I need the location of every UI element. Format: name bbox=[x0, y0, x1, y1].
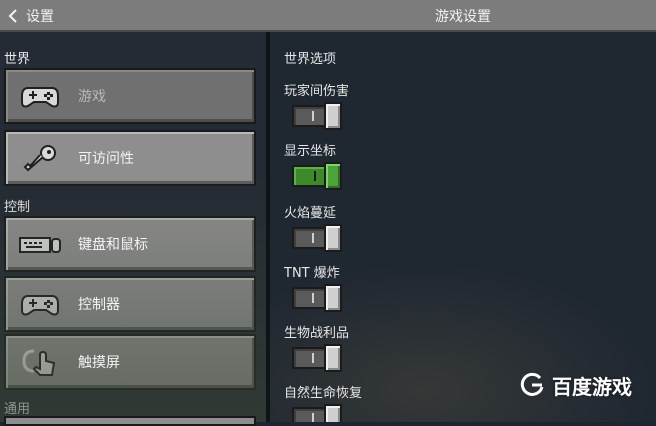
key-icon bbox=[18, 143, 62, 173]
sidebar-item-controller[interactable]: 控制器 bbox=[4, 276, 256, 332]
section-header-controls: 控制 bbox=[4, 200, 31, 215]
option-label-mob-loot: 生物战利品 bbox=[284, 326, 350, 341]
toggle-indicator bbox=[312, 293, 314, 303]
toggle-knob bbox=[324, 344, 342, 372]
page-title: 游戏设置 bbox=[435, 9, 491, 25]
chevron-left-icon bbox=[8, 9, 17, 23]
toggle-knob bbox=[324, 224, 342, 252]
sidebar-item-label: 控制器 bbox=[78, 297, 120, 313]
sidebar: 世界 游戏 可访问性 控制 键盘和鼠标 控制器 触摸屏 通用 bbox=[0, 32, 266, 422]
section-header-world: 世界 bbox=[4, 52, 31, 67]
toggle-show-coordinates[interactable] bbox=[292, 162, 342, 190]
toggle-knob bbox=[324, 284, 342, 312]
option-label-pvp: 玩家间伤害 bbox=[284, 84, 350, 99]
sidebar-item-label: 可访问性 bbox=[78, 151, 134, 167]
toggle-indicator bbox=[312, 353, 314, 363]
toggle-knob bbox=[324, 102, 342, 130]
section-header-general: 通用 bbox=[4, 402, 31, 417]
toggle-fire-spread[interactable] bbox=[292, 224, 342, 252]
sidebar-item-keyboard-mouse[interactable]: 键盘和鼠标 bbox=[4, 216, 256, 272]
gamepad-icon bbox=[18, 81, 62, 111]
option-label-show-coordinates: 显示坐标 bbox=[284, 144, 337, 159]
sidebar-item-touch[interactable]: 触摸屏 bbox=[4, 334, 256, 390]
back-button[interactable]: 设置 bbox=[6, 4, 54, 28]
watermark-text: 百度游戏 bbox=[552, 374, 632, 399]
controller-icon bbox=[18, 289, 62, 319]
options-section-title: 世界选项 bbox=[284, 52, 337, 67]
sidebar-item-partial[interactable] bbox=[4, 416, 256, 426]
toggle-indicator bbox=[314, 171, 316, 181]
touch-icon bbox=[18, 347, 62, 377]
baidu-games-logo-icon bbox=[520, 372, 544, 396]
toggle-indicator bbox=[312, 413, 314, 422]
title-bar: 设置 游戏设置 bbox=[0, 0, 656, 32]
sidebar-item-label: 键盘和鼠标 bbox=[78, 237, 148, 253]
option-label-tnt-explodes: TNT 爆炸 bbox=[284, 266, 340, 281]
sidebar-item-label: 触摸屏 bbox=[78, 355, 120, 371]
toggle-indicator bbox=[312, 111, 314, 121]
toggle-knob bbox=[324, 162, 342, 190]
back-label: 设置 bbox=[26, 9, 54, 25]
sidebar-item-label: 游戏 bbox=[78, 89, 106, 105]
toggle-tnt-explodes[interactable] bbox=[292, 284, 342, 312]
toggle-knob bbox=[324, 404, 342, 422]
watermark: 百度游戏 bbox=[518, 368, 632, 402]
sidebar-item-accessibility[interactable]: 可访问性 bbox=[4, 130, 256, 186]
toggle-indicator bbox=[312, 233, 314, 243]
option-label-fire-spread: 火焰蔓延 bbox=[284, 206, 337, 221]
option-label-natural-regeneration: 自然生命恢复 bbox=[284, 386, 363, 401]
keyboard-mouse-icon bbox=[18, 229, 62, 259]
sidebar-item-game[interactable]: 游戏 bbox=[4, 68, 256, 124]
toggle-natural-regeneration[interactable] bbox=[292, 404, 342, 422]
options-panel: 世界选项 玩家间伤害 显示坐标 火焰蔓延 TNT 爆炸 生物战利品 自然生命恢复 bbox=[270, 32, 656, 422]
toggle-mob-loot[interactable] bbox=[292, 344, 342, 372]
toggle-pvp[interactable] bbox=[292, 102, 342, 130]
